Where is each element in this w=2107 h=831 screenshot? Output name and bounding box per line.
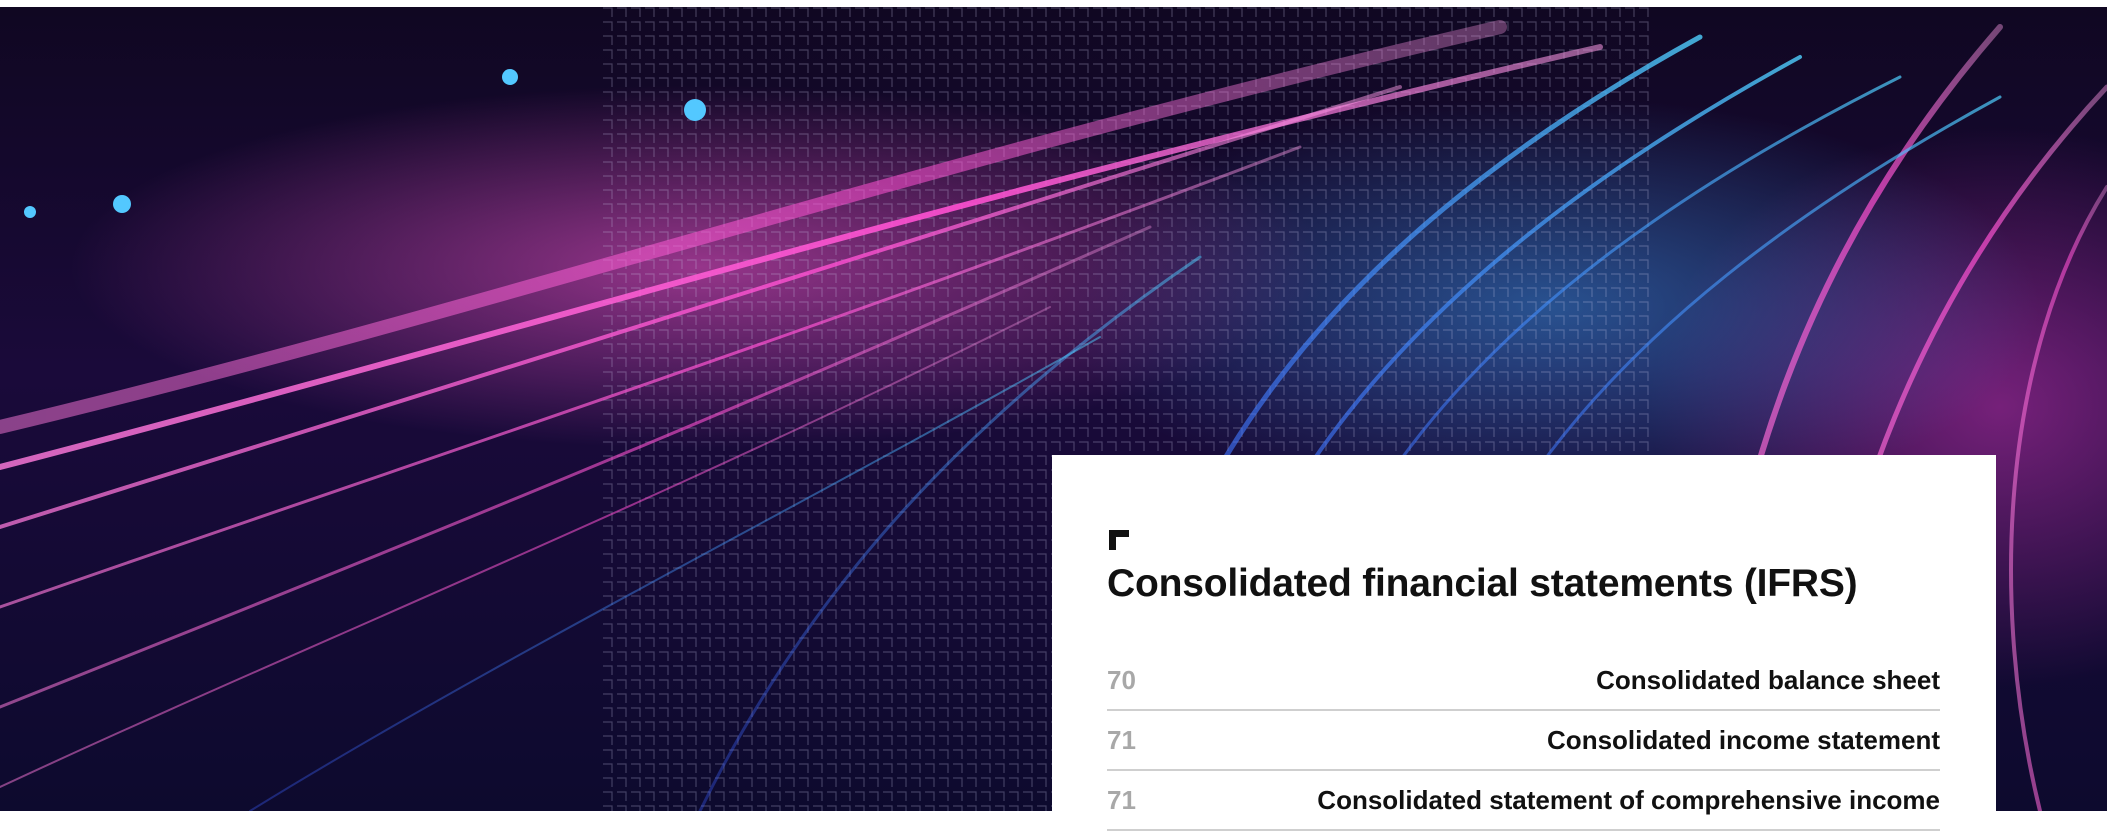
table-of-contents: 70 Consolidated balance sheet 71 Consoli… [1107, 651, 1940, 831]
toc-row-balance-sheet[interactable]: 70 Consolidated balance sheet [1107, 651, 1940, 711]
toc-page-number: 71 [1107, 725, 1136, 755]
toc-row-income-statement[interactable]: 71 Consolidated income statement [1107, 711, 1940, 771]
toc-entry-label[interactable]: Consolidated income statement [1547, 725, 1940, 756]
toc-page-number: 70 [1107, 665, 1136, 695]
toc-entry-label[interactable]: Consolidated statement of comprehensive … [1317, 785, 1940, 816]
toc-entry-label[interactable]: Consolidated balance sheet [1596, 665, 1940, 696]
toc-page-number: 71 [1107, 785, 1136, 815]
toc-card: Consolidated financial statements (IFRS)… [1052, 455, 1996, 831]
corner-bracket-icon [1109, 530, 1129, 550]
toc-row-comprehensive-income[interactable]: 71 Consolidated statement of comprehensi… [1107, 771, 1940, 831]
section-title: Consolidated financial statements (IFRS) [1107, 562, 1858, 605]
